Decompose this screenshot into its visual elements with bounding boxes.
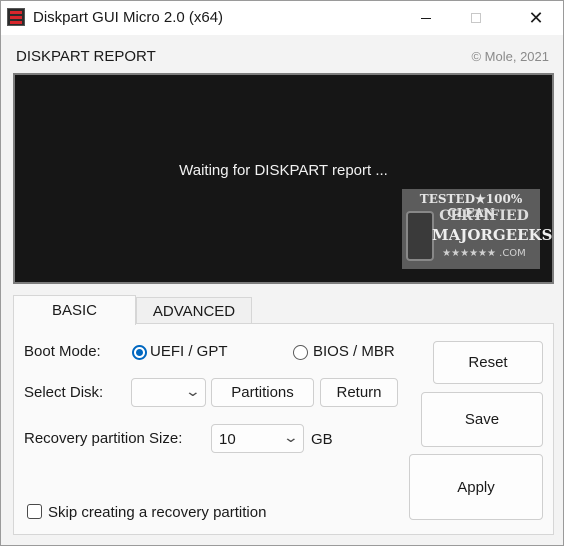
window-title: Diskpart GUI Micro 2.0 (x64) bbox=[33, 9, 224, 26]
skip-recovery-label[interactable]: Skip creating a recovery partition bbox=[48, 504, 266, 521]
maximize-icon bbox=[471, 13, 481, 23]
title-bar[interactable]: Diskpart GUI Micro 2.0 (x64) ✕ bbox=[1, 1, 563, 35]
uefi-gpt-label[interactable]: UEFI / GPT bbox=[150, 343, 228, 360]
boot-mode-label: Boot Mode: bbox=[24, 343, 101, 360]
close-button[interactable]: ✕ bbox=[513, 1, 559, 35]
badge-brand-text: MAJORGEEKS bbox=[432, 226, 553, 244]
recovery-size-value: 10 bbox=[219, 431, 236, 448]
recovery-size-dropdown[interactable]: 10 ⌄ bbox=[211, 424, 304, 453]
partitions-button[interactable]: Partitions bbox=[211, 378, 314, 407]
report-status-text: Waiting for DISKPART report ... bbox=[179, 162, 388, 179]
bios-mbr-label[interactable]: BIOS / MBR bbox=[313, 343, 395, 360]
apply-button[interactable]: Apply bbox=[409, 454, 543, 520]
report-output: Waiting for DISKPART report ... TESTED★1… bbox=[13, 73, 554, 284]
return-button[interactable]: Return bbox=[320, 378, 398, 407]
copyright-text: © Mole, 2021 bbox=[471, 49, 549, 64]
save-button[interactable]: Save bbox=[421, 392, 543, 447]
app-icon bbox=[7, 8, 25, 26]
select-disk-label: Select Disk: bbox=[24, 384, 104, 401]
recovery-size-label: Recovery partition Size: bbox=[24, 430, 183, 447]
skip-recovery-checkbox[interactable] bbox=[27, 504, 42, 519]
badge-domain-text: ★★★★★★ .COM bbox=[442, 248, 526, 259]
uefi-gpt-radio[interactable] bbox=[132, 345, 147, 360]
minimize-icon bbox=[421, 17, 431, 19]
bios-mbr-radio[interactable] bbox=[293, 345, 308, 360]
badge-certified-text: CERTIFIED bbox=[439, 208, 529, 224]
app-window: Diskpart GUI Micro 2.0 (x64) ✕ DISKPART … bbox=[0, 0, 564, 546]
report-heading: DISKPART REPORT bbox=[16, 48, 156, 65]
recovery-size-unit: GB bbox=[311, 431, 333, 448]
minimize-button[interactable] bbox=[403, 1, 449, 35]
majorgeeks-badge: TESTED★100% CLEAN CERTIFIED MAJORGEEKS ★… bbox=[402, 189, 553, 269]
tab-advanced[interactable]: ADVANCED bbox=[136, 297, 252, 324]
chevron-down-icon: ⌄ bbox=[282, 429, 300, 445]
maximize-button[interactable] bbox=[453, 1, 499, 35]
select-disk-dropdown[interactable]: ⌄ bbox=[131, 378, 206, 407]
tab-basic[interactable]: BASIC bbox=[13, 295, 136, 325]
close-icon: ✕ bbox=[528, 7, 544, 28]
badge-seal-icon bbox=[406, 211, 434, 261]
chevron-down-icon: ⌄ bbox=[184, 383, 202, 399]
reset-button[interactable]: Reset bbox=[433, 341, 543, 384]
